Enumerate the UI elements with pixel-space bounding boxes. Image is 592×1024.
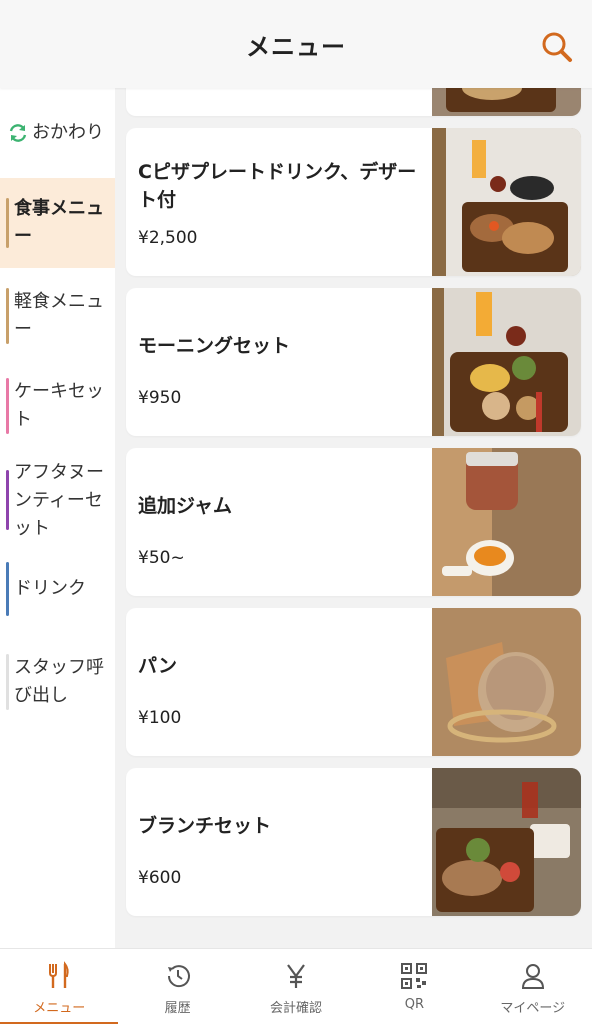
food-photo [432, 608, 581, 756]
nav-tab-history[interactable]: 履歴 [118, 949, 236, 1024]
menu-item-price: ¥50~ [138, 548, 185, 568]
bottom-nav: メニュー 履歴 会計確認 QR マイページ [0, 948, 592, 1024]
nav-label: マイページ [500, 1001, 566, 1016]
sidebar-item-afternoon-tea[interactable]: アフタヌーンティーセット [0, 456, 115, 546]
sidebar-item-label: 食事メニュー [14, 198, 104, 247]
category-color-bar [6, 562, 9, 616]
nav-label: メニュー [33, 1001, 86, 1016]
yen-icon [287, 964, 305, 988]
menu-item-name: パン [138, 655, 177, 677]
nav-tab-mypage[interactable]: マイページ [474, 949, 592, 1024]
refill-button[interactable]: おかわり [0, 118, 115, 148]
sidebar-item-label: アフタヌーンティーセット [14, 462, 104, 539]
menu-item-price: ¥2,500 [138, 228, 198, 248]
category-sidebar: おかわり 食事メニュー 軽食メニュー ケーキセット アフタヌーンティーセット ド… [0, 88, 115, 948]
category-color-bar [6, 470, 9, 530]
category-color-bar [6, 288, 9, 344]
fork-knife-icon [49, 961, 69, 988]
food-photo [432, 88, 581, 116]
search-icon[interactable] [540, 30, 574, 64]
nav-label: QR [404, 997, 424, 1012]
sidebar-item-staff-call[interactable]: スタッフ呼び出し [0, 652, 115, 712]
app-header: メニュー [0, 0, 592, 88]
menu-item-name: 追加ジャム [138, 495, 233, 517]
food-photo [432, 448, 581, 596]
sidebar-item-label: 軽食メニュー [14, 291, 104, 340]
menu-item-price: ¥600 [138, 868, 182, 888]
user-icon [521, 964, 544, 989]
sidebar-item-label: スタッフ呼び出し [14, 657, 104, 706]
nav-label: 会計確認 [269, 1001, 322, 1016]
food-photo [432, 288, 581, 436]
menu-item-name: Cピザプレートドリンク、デザート付 [138, 161, 417, 211]
food-photo [432, 128, 581, 276]
menu-item-card[interactable]: Cピザプレートドリンク、デザート付 ¥2,500 [126, 128, 581, 276]
nav-tab-billing[interactable]: 会計確認 [237, 949, 355, 1024]
sidebar-item-meals[interactable]: 食事メニュー [0, 178, 115, 268]
menu-item-card[interactable]: 追加ジャム ¥50~ [126, 448, 581, 596]
category-color-bar [6, 654, 9, 710]
page-title: メニュー [246, 32, 346, 61]
menu-item-price: ¥100 [138, 708, 182, 728]
menu-item-name: モーニングセット [138, 335, 291, 357]
menu-list: Cピザプレートドリンク、デザート付 ¥2,500 モーニングセット ¥950 追… [115, 88, 592, 948]
menu-item-card[interactable]: ブランチセット ¥600 [126, 768, 581, 916]
nav-tab-menu[interactable]: メニュー [0, 949, 119, 1024]
menu-item-name: ブランチセット [138, 815, 272, 837]
category-color-bar [6, 198, 9, 248]
menu-item-card[interactable] [126, 88, 581, 116]
menu-item-card[interactable]: パン ¥100 [126, 608, 581, 756]
sidebar-item-label: ケーキセット [14, 381, 104, 430]
sidebar-item-label: ドリンク [14, 578, 86, 599]
refresh-icon [9, 124, 27, 142]
category-color-bar [6, 378, 9, 434]
qr-code-icon [401, 963, 428, 989]
sidebar-item-cake-set[interactable]: ケーキセット [0, 376, 115, 436]
nav-label: 履歴 [164, 1001, 191, 1016]
sidebar-item-light-meals[interactable]: 軽食メニュー [0, 286, 115, 346]
menu-item-price: ¥950 [138, 388, 182, 408]
sidebar-item-drinks[interactable]: ドリンク [0, 560, 115, 618]
refill-label: おかわり [32, 122, 104, 143]
nav-tab-qr[interactable]: QR [355, 949, 473, 1024]
history-icon [167, 965, 190, 988]
menu-item-card[interactable]: モーニングセット ¥950 [126, 288, 581, 436]
food-photo [432, 768, 581, 916]
